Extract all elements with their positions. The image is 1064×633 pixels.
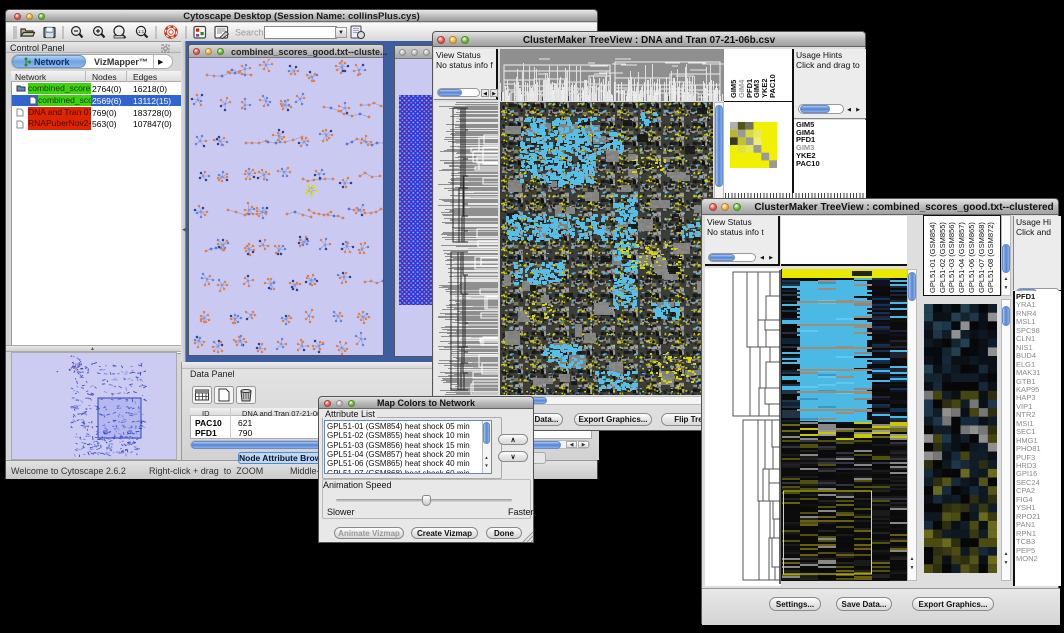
svg-text:1:1: 1:1 <box>138 29 145 34</box>
svg-text:Search:: Search: <box>235 28 266 38</box>
